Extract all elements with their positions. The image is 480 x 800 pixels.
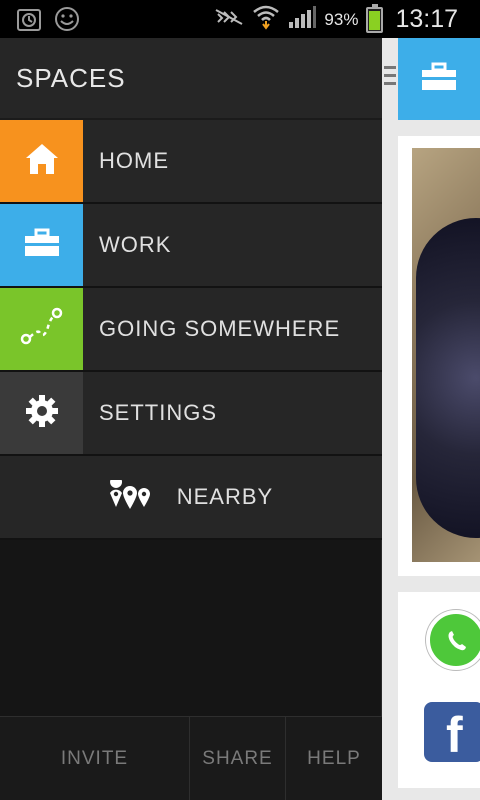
- work-icon-tile: [0, 204, 83, 286]
- menu-item-label: SETTINGS: [99, 400, 218, 425]
- menu-item-label: HOME: [99, 148, 169, 173]
- briefcase-icon: [421, 62, 457, 97]
- main-content-peek: f: [382, 38, 480, 800]
- route-icon-tile: [0, 288, 83, 370]
- help-button[interactable]: HELP: [286, 717, 382, 800]
- photo-card[interactable]: [398, 136, 480, 576]
- share-button[interactable]: SHARE: [190, 717, 286, 800]
- status-bar: 93% 13:17: [0, 0, 480, 38]
- gear-icon: [25, 394, 59, 433]
- nearby-button[interactable]: NEARBY: [0, 456, 382, 540]
- battery-icon: [366, 3, 384, 33]
- home-icon: [25, 142, 59, 181]
- whatsapp-icon[interactable]: [426, 610, 480, 670]
- facebook-icon[interactable]: f: [424, 702, 480, 763]
- signal-icon: [288, 4, 317, 35]
- navigation-drawer: SPACES HOME WORK GOING SOMEWHERE SETTING…: [0, 38, 396, 800]
- drawer-menu: HOME WORK GOING SOMEWHERE SETTINGS NEARB…: [0, 120, 382, 540]
- menu-item-label: WORK: [99, 232, 172, 257]
- drawer-header: SPACES: [0, 38, 396, 120]
- briefcase-icon: [24, 228, 60, 263]
- menu-item-label: GOING SOMEWHERE: [99, 316, 341, 341]
- drawer-title: SPACES: [16, 62, 126, 93]
- drawer-footer: INVITE SHARE HELP: [0, 716, 382, 800]
- nearby-label: NEARBY: [176, 484, 274, 509]
- menu-item-work[interactable]: WORK: [0, 204, 382, 288]
- map-pins-icon: [109, 475, 151, 515]
- alarm-icon: [16, 6, 42, 37]
- smiley-icon: [54, 6, 80, 37]
- main-header-tile[interactable]: [398, 38, 480, 120]
- battery-percent: 93%: [324, 9, 359, 29]
- main-header: [382, 38, 480, 120]
- apps-card: f: [398, 592, 480, 788]
- photo-image: [412, 148, 480, 562]
- home-icon-tile: [0, 120, 83, 202]
- route-icon: [20, 307, 64, 352]
- drawer-handle-icon[interactable]: [384, 66, 396, 90]
- menu-item-going-somewhere[interactable]: GOING SOMEWHERE: [0, 288, 382, 372]
- mute-icon: [214, 6, 244, 33]
- clock: 13:17: [395, 5, 458, 33]
- invite-button[interactable]: INVITE: [0, 717, 190, 800]
- settings-icon-tile: [0, 372, 83, 454]
- menu-item-settings[interactable]: SETTINGS: [0, 372, 382, 456]
- wifi-icon: [252, 4, 280, 35]
- menu-item-home[interactable]: HOME: [0, 120, 382, 204]
